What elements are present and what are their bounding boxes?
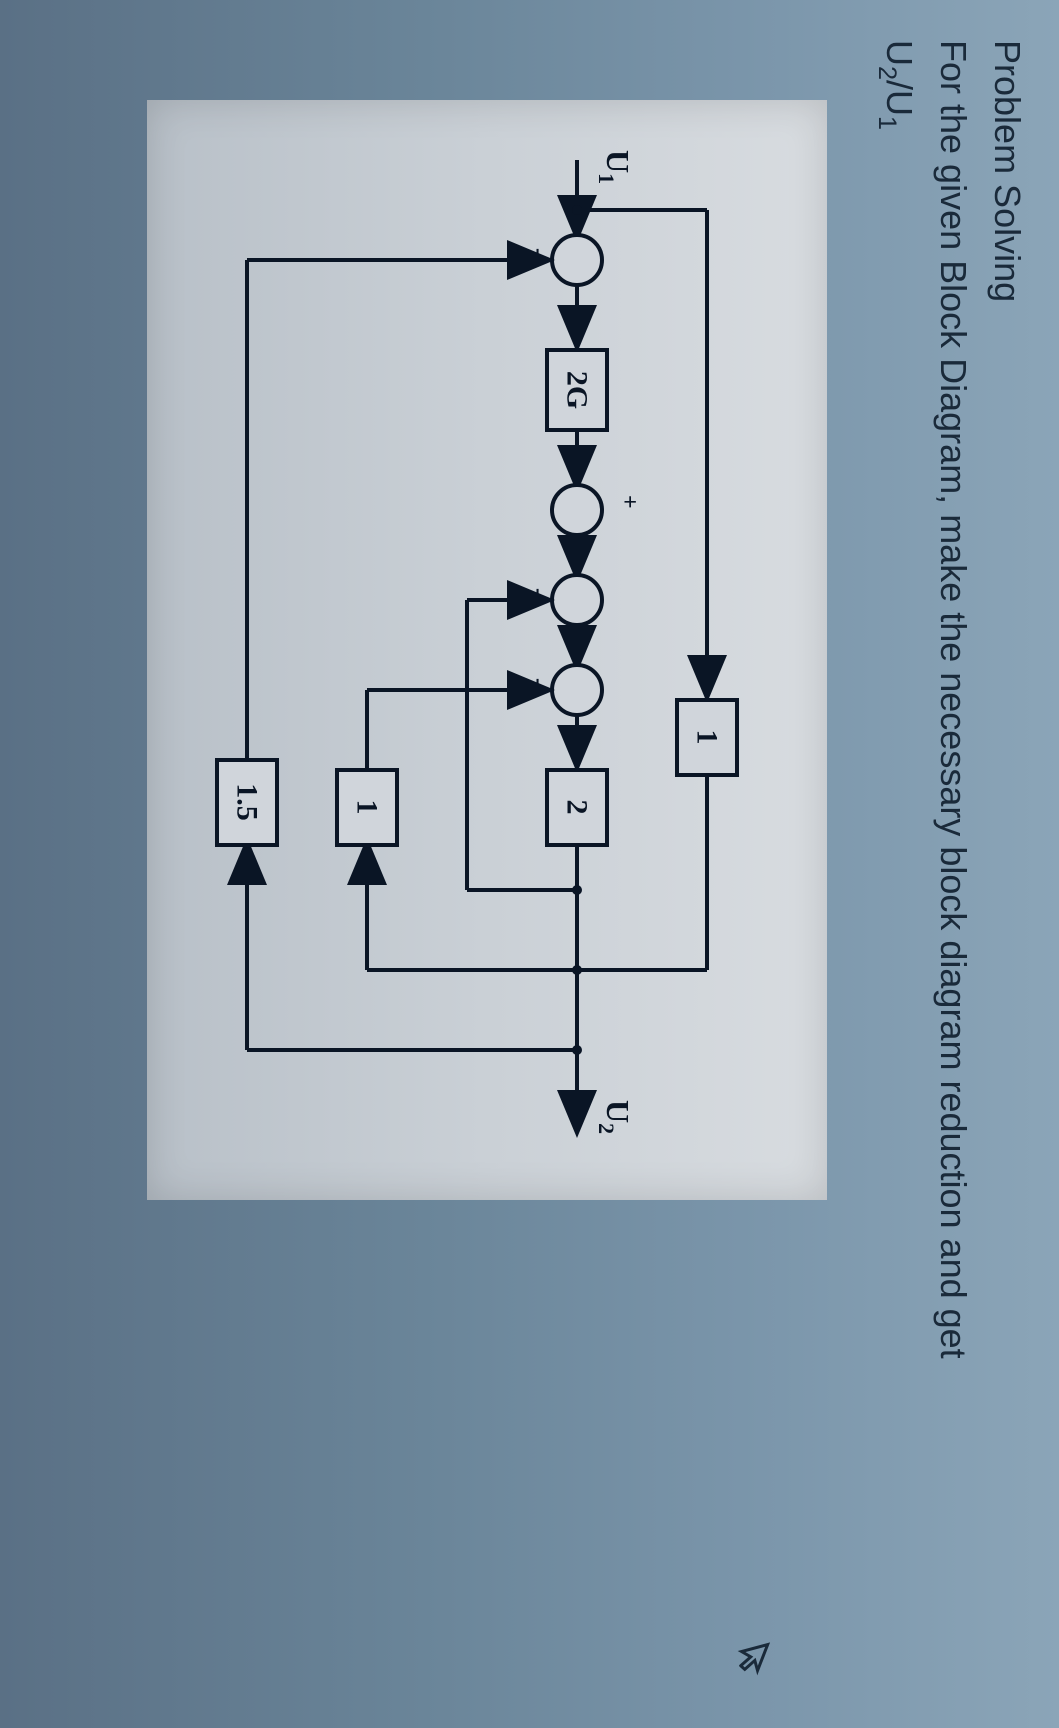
s3-minus: -: [526, 588, 552, 596]
problem-title: Problem Solving: [987, 40, 1028, 302]
ratio-expr: U2/U1: [879, 40, 920, 130]
s2-plus: +: [616, 495, 642, 509]
summing-junction-4: [552, 665, 602, 715]
block-top-1-label: 1: [691, 730, 724, 745]
block-diagram: U1 - 2G + 1: [147, 100, 827, 1200]
problem-instruction: For the given Block Diagram, make the ne…: [933, 40, 974, 1359]
block-fb-1-label: 1: [351, 800, 384, 815]
diagram-svg: U1 - 2G + 1: [147, 100, 827, 1200]
summing-junction-3: [552, 575, 602, 625]
block-2g-label: 2G: [561, 371, 594, 409]
input-label: U1: [594, 150, 636, 184]
s4-minus: -: [526, 678, 552, 686]
summing-junction-2: [552, 485, 602, 535]
output-label: U2: [594, 1100, 636, 1134]
block-2-label: 2: [561, 800, 594, 815]
s1-minus: -: [526, 248, 552, 256]
problem-statement: Problem Solving For the given Block Diag…: [867, 40, 1034, 1688]
summing-junction-1: [552, 235, 602, 285]
block-fb-15-label: 1.5: [231, 783, 264, 821]
page-content: Problem Solving For the given Block Diag…: [0, 0, 1059, 1728]
